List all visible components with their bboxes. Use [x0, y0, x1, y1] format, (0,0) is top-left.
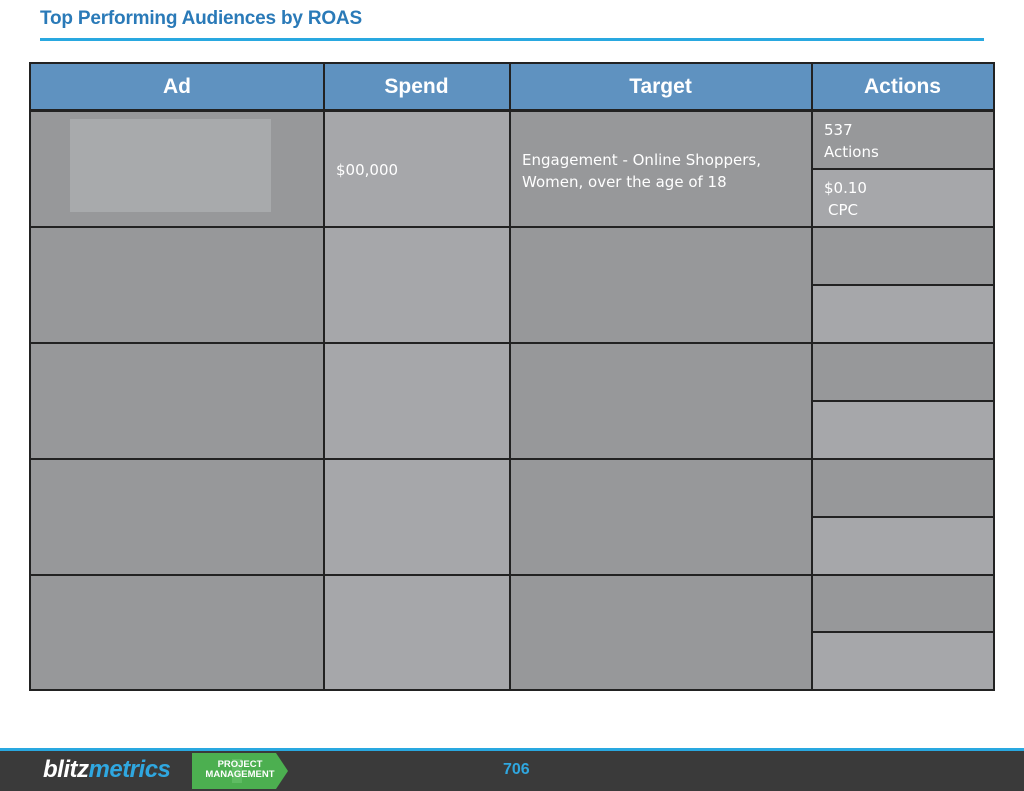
badge-label: PROJECT MANAGEMENT: [205, 760, 275, 780]
actions-count: 537: [824, 121, 853, 139]
table-row-1-target: Engagement - Online Shoppers, Women, ove…: [510, 111, 812, 227]
table-row-1-actions-top: 537 Actions: [812, 111, 993, 169]
table-row-4-ad: [31, 459, 324, 575]
ad-image-placeholder: [70, 119, 271, 212]
row-divider: [31, 342, 993, 344]
column-divider: [509, 64, 511, 689]
table-row-5-actions-top: [812, 575, 993, 632]
spend-value: $00,000: [336, 161, 399, 179]
table-row-1-ad: [31, 111, 324, 227]
table-row-3-spend: [324, 343, 510, 459]
table-row-5-spend: [324, 575, 510, 689]
table-row-3-actions-bottom: [812, 401, 993, 459]
table-row-3-actions-top: [812, 343, 993, 401]
table-row-2-ad: [31, 227, 324, 343]
table-row-4-actions-bottom: [812, 517, 993, 575]
cpc-label: CPC: [828, 201, 858, 219]
actions-subdivider: [812, 284, 993, 286]
row-divider: [31, 226, 993, 228]
audiences-table: Ad Spend Target Actions $00,000 Engageme…: [29, 62, 995, 691]
table-row-2-actions-top: [812, 227, 993, 285]
actions-subdivider: [812, 168, 993, 170]
table-row-2-actions-bottom: [812, 285, 993, 343]
table-row-5-actions-bottom: [812, 632, 993, 689]
actions-subdivider: [812, 400, 993, 402]
table-row-2-spend: [324, 227, 510, 343]
row-divider: [31, 574, 993, 576]
table-row-5-ad: [31, 575, 324, 689]
table-row-1-spend: $00,000: [324, 111, 510, 227]
title-rule: [40, 38, 984, 41]
blitzmetrics-logo: blitzmetrics: [43, 756, 171, 784]
actions-subdivider: [812, 631, 993, 633]
header-spend: Spend: [324, 64, 510, 111]
page-title: Top Performing Audiences by ROAS: [40, 8, 362, 29]
header-ad: Ad: [31, 64, 324, 111]
column-divider: [811, 64, 813, 689]
cpc-value: $0.10: [824, 179, 867, 197]
logo-part-blitz: blitz: [43, 756, 89, 783]
table-row-1-actions-bottom: $0.10 CPC: [812, 169, 993, 227]
row-divider: [31, 458, 993, 460]
header-actions: Actions: [812, 64, 993, 111]
target-description: Engagement - Online Shoppers, Women, ove…: [522, 151, 762, 191]
table-row-2-target: [510, 227, 812, 343]
table-row-4-target: [510, 459, 812, 575]
page-number: 706: [503, 761, 530, 778]
table-row-4-actions-top: [812, 459, 993, 517]
actions-subdivider: [812, 516, 993, 518]
logo-part-metrics: metrics: [88, 756, 171, 783]
table-row-3-target: [510, 343, 812, 459]
header-target: Target: [510, 64, 812, 111]
badge-line-2: MANAGEMENT: [205, 769, 275, 780]
row-divider: [31, 110, 993, 112]
table-row-4-spend: [324, 459, 510, 575]
table-row-3-ad: [31, 343, 324, 459]
footer-accent-line: [0, 748, 1024, 751]
column-divider: [323, 64, 325, 689]
actions-label: Actions: [824, 143, 879, 161]
table-row-5-target: [510, 575, 812, 689]
